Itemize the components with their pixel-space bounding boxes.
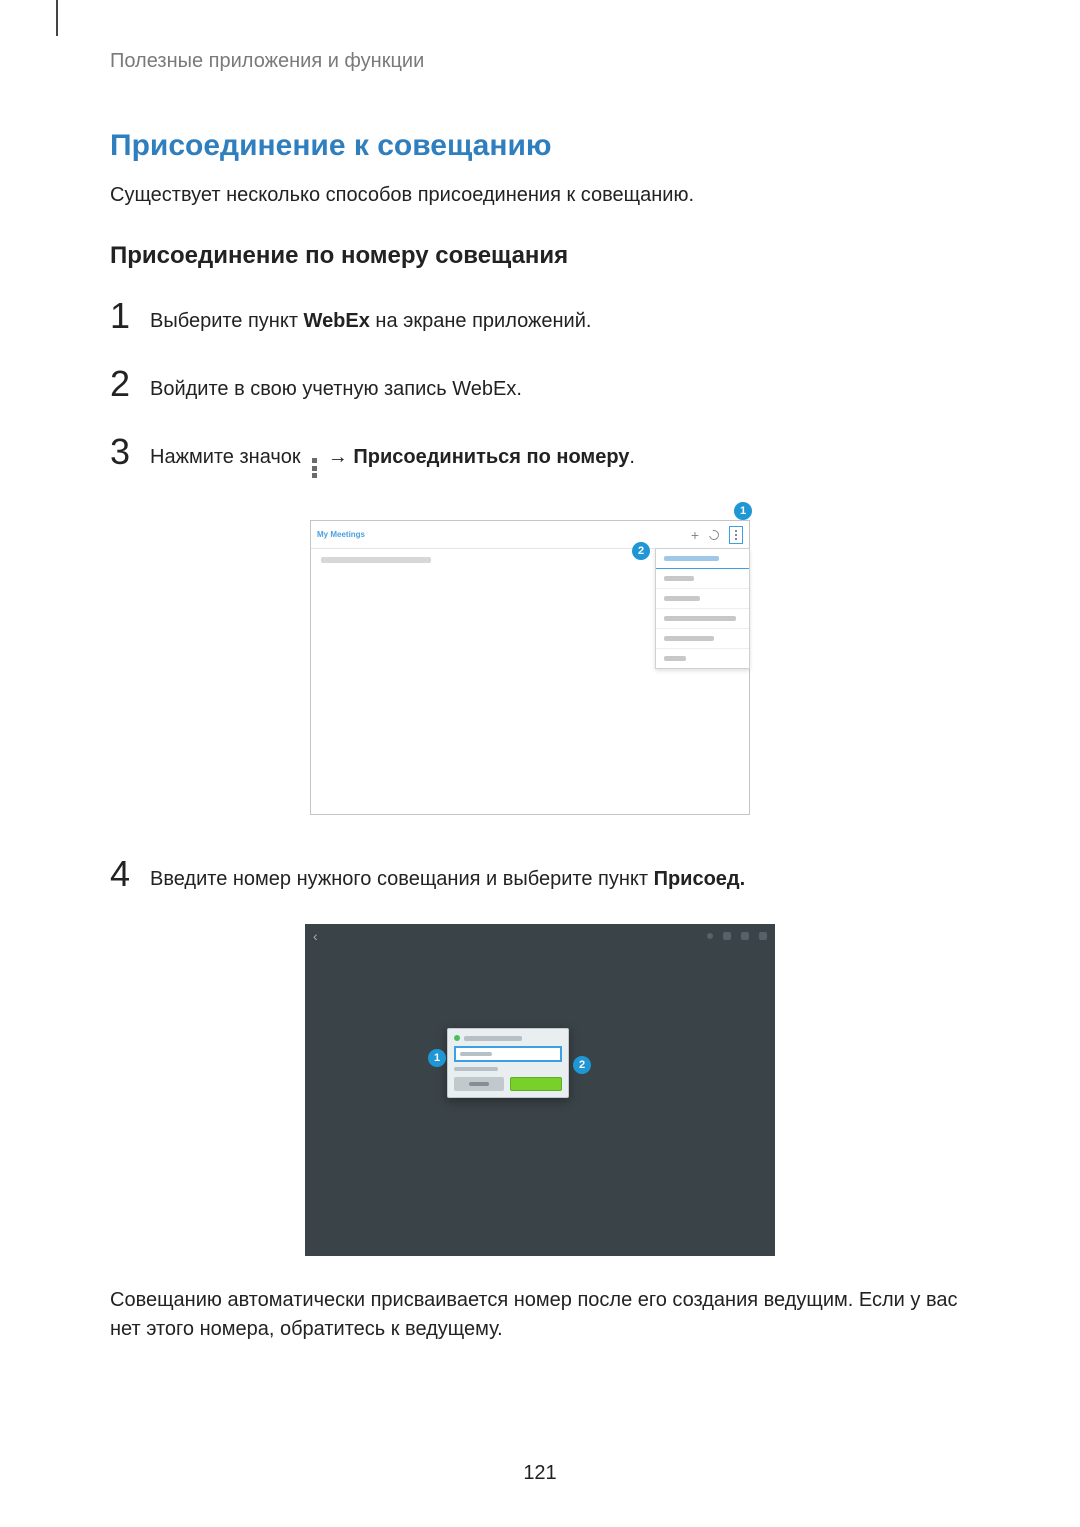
overflow-icon: [310, 458, 318, 478]
toolbar-actions: +: [691, 526, 743, 544]
webex-join-screen: ‹: [305, 924, 775, 1256]
step-4: 4 Введите номер нужного совещания и выбе…: [110, 856, 970, 894]
presence-dot-icon: [454, 1035, 460, 1041]
join-dialog: [447, 1028, 569, 1098]
empty-state-text: [321, 557, 431, 563]
refresh-icon[interactable]: [707, 528, 721, 542]
screenshot-2: ‹: [305, 924, 775, 1256]
meeting-number-input[interactable]: [454, 1046, 562, 1062]
app-toolbar: My Meetings +: [311, 521, 749, 549]
add-icon[interactable]: +: [691, 528, 699, 542]
page-number: 121: [0, 1462, 1080, 1485]
bold: WebEx: [304, 310, 370, 332]
text: Введите номер нужного совещания и выбери…: [150, 868, 654, 890]
status-icon: [741, 932, 749, 940]
breadcrumb: Полезные приложения и функции: [110, 50, 970, 73]
callout-1: 1: [428, 1049, 446, 1067]
dialog-title: [454, 1035, 562, 1041]
text: на экране приложений.: [370, 310, 592, 332]
bold: Присоед.: [654, 868, 746, 890]
step-number: 4: [110, 856, 150, 892]
menu-item[interactable]: [656, 609, 749, 629]
app-title: My Meetings: [317, 530, 691, 539]
overflow-menu: [655, 548, 750, 669]
step-number: 3: [110, 434, 150, 470]
status-icon: [723, 932, 731, 940]
page: Полезные приложения и функции Присоедине…: [0, 0, 1080, 1527]
step-number: 2: [110, 366, 150, 402]
menu-item[interactable]: [656, 589, 749, 609]
overflow-menu-button[interactable]: [729, 526, 743, 544]
bold: Присоединиться по номеру: [353, 446, 629, 468]
callout-2: 2: [573, 1056, 591, 1074]
menu-item[interactable]: [656, 569, 749, 589]
step-1: 1 Выберите пункт WebEx на экране приложе…: [110, 298, 970, 336]
screenshot-1: 1 My Meetings +: [310, 506, 770, 816]
status-icon: [759, 932, 767, 940]
callout-1: 1: [734, 502, 752, 520]
text: Выберите пункт: [150, 310, 304, 332]
callout-2: 2: [632, 542, 650, 560]
step-text: Введите номер нужного совещания и выбери…: [150, 856, 745, 894]
footer-paragraph: Совещанию автоматически присваивается но…: [110, 1286, 970, 1344]
cancel-button[interactable]: [454, 1077, 504, 1091]
text: Нажмите значок: [150, 446, 306, 468]
join-button[interactable]: [510, 1077, 562, 1091]
menu-item[interactable]: [656, 649, 749, 668]
section-title: Присоединение по номеру совещания: [110, 242, 970, 270]
hint-row: [454, 1067, 562, 1071]
step-number: 1: [110, 298, 150, 334]
menu-item-join-by-number[interactable]: [656, 549, 749, 569]
app-top-bar: ‹: [305, 924, 775, 948]
input-placeholder: [460, 1052, 492, 1056]
menu-item[interactable]: [656, 629, 749, 649]
step-text: Нажмите значок → Присоединиться по номер…: [150, 434, 635, 476]
intro-paragraph: Существует несколько способов присоедине…: [110, 181, 970, 210]
arrow: →: [322, 446, 353, 468]
dialog-buttons: [454, 1077, 562, 1091]
status-icons: [707, 932, 767, 940]
status-icon: [707, 933, 713, 939]
app-body: [311, 549, 749, 814]
step-text: Войдите в свою учетную запись WebEx.: [150, 366, 522, 404]
step-text: Выберите пункт WebEx на экране приложени…: [150, 298, 591, 336]
page-title: Присоединение к совещанию: [110, 129, 970, 163]
back-icon[interactable]: ‹: [313, 928, 318, 944]
webex-meetings-window: My Meetings +: [310, 520, 750, 815]
title-text: [464, 1036, 522, 1041]
text: .: [629, 446, 635, 468]
step-2: 2 Войдите в свою учетную запись WebEx.: [110, 366, 970, 404]
tab-marker: [56, 0, 58, 36]
step-3: 3 Нажмите значок → Присоединиться по ном…: [110, 434, 970, 476]
